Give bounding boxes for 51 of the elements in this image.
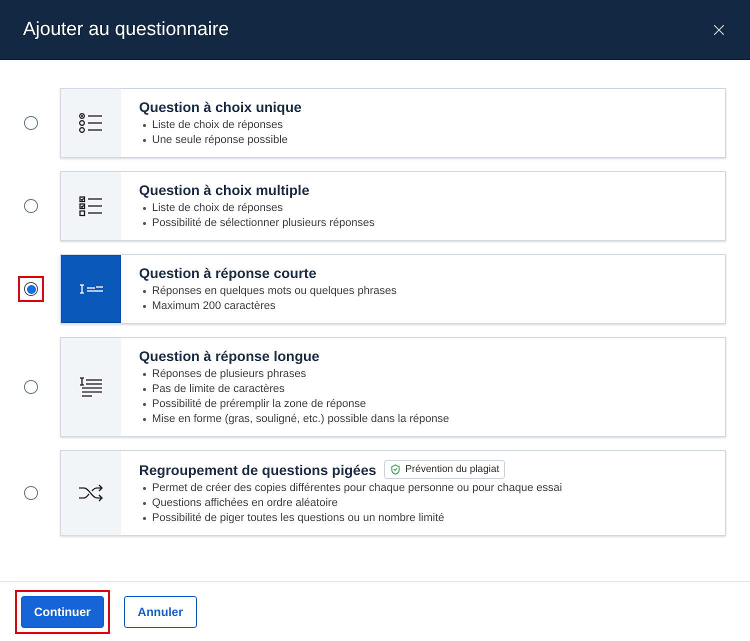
option-title: Question à réponse longue bbox=[139, 347, 320, 365]
option-title: Question à choix multiple bbox=[139, 181, 310, 199]
bullet-icon bbox=[143, 388, 146, 391]
radio-button[interactable] bbox=[24, 282, 38, 296]
continue-button[interactable]: Continuer bbox=[21, 596, 104, 628]
bullet-icon bbox=[143, 517, 146, 520]
feature-badge: Prévention du plagiat bbox=[384, 460, 506, 479]
radio-list-icon bbox=[79, 112, 103, 134]
option-description: Questions affichées en ordre aléatoire bbox=[152, 496, 338, 511]
bullet-icon bbox=[143, 305, 146, 308]
shuffle-icon bbox=[78, 483, 104, 503]
option-title: Question à réponse courte bbox=[139, 264, 316, 282]
option-description: Maximum 200 caractères bbox=[152, 299, 276, 314]
radio-button[interactable] bbox=[24, 486, 38, 500]
bullet-icon bbox=[143, 418, 146, 421]
dialog-title: Ajouter au questionnaire bbox=[23, 18, 229, 42]
option-title: Question à choix unique bbox=[139, 98, 302, 116]
option-description: Réponses de plusieurs phrases bbox=[152, 367, 306, 382]
option-description: Pas de limite de caractères bbox=[152, 382, 285, 397]
option-card[interactable]: Question à réponse courte Réponses en quelques mots ou quelques phrases Maximum 200 caractères bbox=[60, 254, 726, 324]
bullet-icon bbox=[143, 373, 146, 376]
option-card[interactable] bbox=[60, 450, 726, 536]
option-description: Possibilité de piger toutes les questions ou un nombre limité bbox=[152, 511, 444, 526]
bullet-icon bbox=[143, 222, 146, 225]
bullet-icon bbox=[143, 487, 146, 490]
cancel-button[interactable]: Annuler bbox=[124, 596, 198, 628]
bullet-icon bbox=[143, 207, 146, 210]
checkbox-list-icon bbox=[79, 195, 103, 217]
option-card[interactable]: Question à choix multiple Liste de choix de réponses Possibilité de sélectionner plusieurs réponses bbox=[60, 171, 726, 241]
option-description: Liste de choix de réponses bbox=[152, 118, 283, 133]
shield-check-icon bbox=[390, 464, 402, 475]
option-description: Permet de créer des copies différentes pour chaque personne ou pour chaque essai bbox=[152, 481, 562, 496]
option-description: Possibilité de préremplir la zone de réponse bbox=[152, 397, 366, 412]
bullet-icon bbox=[143, 403, 146, 406]
radio-button[interactable] bbox=[24, 199, 38, 213]
option-title: Regroupement de questions pigées bbox=[139, 460, 376, 478]
option-card[interactable]: Question à réponse longue Réponses de plusieurs phrases Pas de limite de caractères Possibilité de préremplir la zone de réponse Mise en forme (gras, souligné, etc.) possible dans la réponse bbox=[60, 337, 726, 437]
bullet-icon bbox=[143, 139, 146, 142]
bullet-icon bbox=[143, 502, 146, 505]
bullet-icon bbox=[143, 124, 146, 127]
option-description: Possibilité de sélectionner plusieurs réponses bbox=[152, 216, 375, 231]
radio-button[interactable] bbox=[24, 116, 38, 130]
option-description: Mise en forme (gras, souligné, etc.) possible dans la réponse bbox=[152, 412, 450, 427]
bullet-icon bbox=[143, 290, 146, 293]
text-cursor-line-icon bbox=[78, 283, 104, 295]
option-card[interactable]: Question à choix unique Liste de choix de réponses Une seule réponse possible bbox=[60, 88, 726, 158]
text-cursor-lines-icon bbox=[79, 377, 103, 397]
radio-button[interactable] bbox=[24, 380, 38, 394]
option-description: Une seule réponse possible bbox=[152, 133, 288, 148]
option-description: Réponses en quelques mots ou quelques phrases bbox=[152, 284, 397, 299]
option-description: Liste de choix de réponses bbox=[152, 201, 283, 216]
